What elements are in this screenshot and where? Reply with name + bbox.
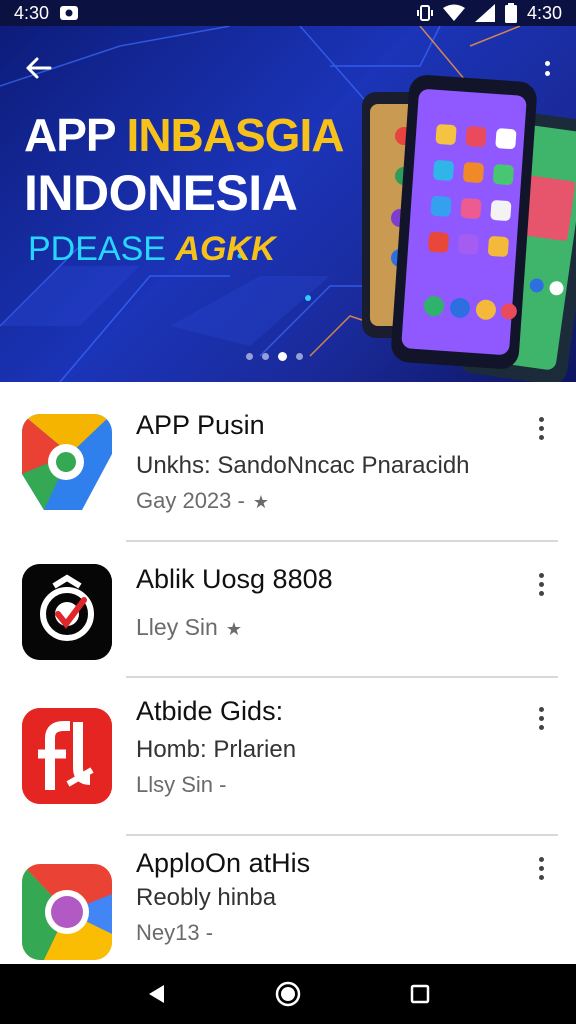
status-time: 4:30 [14,2,50,23]
hero-banner[interactable]: APP INBASGIA INDONESIA PDEASE AGKK [0,26,576,382]
hero-subtitle: PDEASE AGKK [28,232,276,266]
hero-title-line2: INDONESIA [24,165,298,221]
signal-icon [474,4,495,22]
vibrate-icon [416,4,433,22]
list-item[interactable]: APP Pusin Unkhs: SandoNncac Pnaracidh Ga… [0,382,576,532]
nav-recents-button[interactable] [398,972,442,1016]
dot-icon [538,581,544,587]
app-meta-text: Lley Sin [136,614,218,640]
app-name: Ablik Uosg 8808 [136,564,333,594]
dot-icon [538,425,544,431]
dot-icon [544,60,550,66]
back-triangle-icon [149,985,164,1003]
hero-subtitle-part1: PDEASE [28,230,166,268]
dot-icon [544,70,550,76]
carousel-dot[interactable] [262,353,269,360]
star-icon: ★ [252,492,269,512]
maps-style-icon [22,414,112,510]
app-overflow-button[interactable] [528,700,554,736]
app-developer: Reobly hinba [136,884,277,911]
app-meta: Lley Sin ★ [136,614,242,641]
overflow-menu-button[interactable] [534,50,560,86]
dot-icon [538,572,544,578]
carousel-dot[interactable] [296,353,303,360]
dot-icon [538,856,544,862]
app-list: APP Pusin Unkhs: SandoNncac Pnaracidh Ga… [0,382,576,964]
notification-icon [59,5,79,21]
dot-icon [538,724,544,730]
app-meta: Gay 2023 - ★ [136,488,269,514]
nav-home-button[interactable] [266,972,310,1016]
dot-icon [538,706,544,712]
back-button[interactable] [18,48,58,88]
app-overflow-button[interactable] [528,850,554,886]
list-item[interactable]: Ablik Uosg 8808 Lley Sin ★ [0,542,576,692]
nav-back-button[interactable] [134,972,178,1016]
carousel-dot[interactable] [278,352,287,361]
dot-icon [538,416,544,422]
hero-title-part2: INBASGIA [126,109,345,161]
star-icon: ★ [225,619,242,639]
app-name: ApploOn atHis [136,848,311,878]
app-overflow-button[interactable] [528,410,554,446]
app-overflow-button[interactable] [528,566,554,602]
dot-icon [538,715,544,721]
app-meta: Ney13 - [136,920,214,945]
hero-subtitle-part2: AGKK [175,230,276,268]
dot-icon [538,590,544,596]
list-item[interactable]: Atbide Gids: Homb: Prlarien Llsy Sin - [0,678,576,828]
battery-icon [504,3,517,23]
app-developer: Homb: Prlarien [136,736,297,763]
carousel-indicator[interactable] [246,352,303,361]
hero-title: APP INBASGIA [24,109,345,161]
app-developer: Unkhs: SandoNncac Pnaracidh [136,452,470,479]
hero-title-part1: APP [24,109,116,161]
list-item[interactable]: ApploOn atHis Reobly hinba Ney13 - [0,836,576,964]
recents-square-icon [410,984,430,1004]
wifi-icon [442,4,465,22]
red-f-icon [22,708,112,804]
arrow-left-icon [26,57,52,79]
dot-icon [538,865,544,871]
app-name: APP Pusin [136,410,265,440]
system-nav-bar [0,964,576,1024]
status-bar: 4:30 4:30 [0,0,576,26]
dot-icon [538,874,544,880]
phone-center-image [391,75,537,369]
carousel-dot[interactable] [246,353,253,360]
app-meta: Llsy Sin - [136,772,227,797]
dot-icon [538,434,544,440]
camera-check-icon [22,564,112,660]
home-circle-icon [275,981,301,1007]
app-meta-text: Gay 2023 - [136,488,245,513]
chrome-style-icon [22,864,112,960]
app-name: Atbide Gids: [136,696,284,726]
status-clock: 4:30 [526,2,562,23]
